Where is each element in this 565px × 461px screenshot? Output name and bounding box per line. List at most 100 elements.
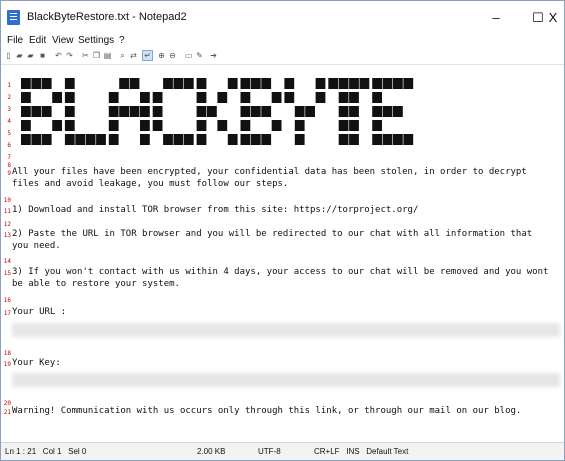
banner-block [152,106,163,117]
banner-block [271,120,282,131]
banner-block [250,78,261,89]
open-recent-icon[interactable]: ▰ [26,51,35,60]
banner-block [372,134,382,145]
line-number: 19 [3,361,11,368]
your-key-label: Your Key: [12,358,61,368]
close-button[interactable]: X [542,5,564,31]
banner-block [284,78,295,89]
banner-block [240,106,251,117]
line-number: 21 [3,409,11,416]
banner-block [108,106,119,117]
banner-block [382,134,393,145]
banner-block [338,106,349,117]
line-number-gutter: 1 2 3 4 5 6 7 8 9 10 11 12 13 14 15 16 1… [1,65,11,441]
banner-block [393,134,403,145]
line-number: 11 [3,208,11,215]
banner-block [393,78,403,89]
banner-block [64,106,75,117]
word-wrap-icon[interactable]: ↵ [142,50,153,61]
redacted-url [12,323,560,337]
banner-block [227,134,238,145]
banner-block [140,106,150,117]
banner-block [129,78,140,89]
notepad2-window: BlackByteRestore.txt - Notepad2 – ☐ X Fi… [0,0,565,461]
banner-block [140,120,150,131]
line-number: 18 [3,350,11,357]
line-number: 9 [7,170,11,177]
banner-block [349,92,359,103]
cut-icon[interactable]: ✂ [81,51,90,60]
menu-help[interactable]: ? [119,35,125,46]
banner-block [140,134,150,145]
banner-block [75,134,86,145]
copy-icon[interactable]: ❐ [92,51,101,60]
redo-icon[interactable]: ↷ [65,51,74,60]
text-editor[interactable]: 1 2 3 4 5 6 7 8 9 10 11 12 13 14 15 16 1… [1,65,564,441]
line-number: 3 [7,106,11,113]
save-icon[interactable]: ■ [38,51,47,60]
banner-block [31,106,42,117]
menu-view[interactable]: View [52,35,74,46]
banner-block [372,120,382,131]
banner-block [108,120,119,131]
banner-block [207,106,217,117]
banner-block [85,134,96,145]
title-bar[interactable]: BlackByteRestore.txt - Notepad2 – ☐ X [1,1,564,34]
banner-block [129,106,140,117]
banner-block [163,134,173,145]
undo-icon[interactable]: ↶ [54,51,63,60]
banner-block [21,134,31,145]
banner-block [21,78,31,89]
menu-file[interactable]: File [7,35,23,46]
banner-block [196,106,207,117]
banner-block [240,92,251,103]
banner-block [284,92,295,103]
menu-settings[interactable]: Settings [78,35,114,46]
find-icon[interactable]: ⌕ [118,51,127,60]
ransom-note-line-11: 1) Download and install TOR browser from… [12,205,419,215]
open-folder-icon[interactable]: ▰ [15,51,24,60]
banner-block [196,120,207,131]
zoom-in-icon[interactable]: ⊕ [157,51,166,60]
banner-block [261,106,272,117]
paste-icon[interactable]: ▤ [103,51,112,60]
banner-block [217,92,228,103]
banner-block [196,92,207,103]
banner-block [196,78,207,89]
banner-block [403,78,414,89]
line-number: 10 [3,197,11,204]
banner-block [338,78,349,89]
banner-block [183,134,194,145]
status-encoding: UTF-8 [258,447,281,456]
menu-bar: File Edit View Settings ? [1,34,564,48]
banner-block [41,134,52,145]
new-file-icon[interactable]: ▯ [4,51,13,60]
ransom-note-line-15: 3) If you won't contact with us within 4… [12,267,549,277]
line-number: 15 [3,270,11,277]
banner-block [64,78,75,89]
exit-icon[interactable]: ➔ [209,51,218,60]
banner-block [173,134,184,145]
banner-block [140,92,150,103]
banner-block [305,106,315,117]
line-number: 4 [7,118,11,125]
minimize-button[interactable]: – [474,5,518,31]
zoom-out-icon[interactable]: ⊖ [168,51,177,60]
menu-edit[interactable]: Edit [29,35,46,46]
banner-block [382,78,393,89]
customize-icon[interactable]: ✎ [195,51,204,60]
notepad-app-icon [7,10,20,25]
banner-block [261,134,272,145]
banner-block [349,120,359,131]
banner-block [163,78,173,89]
banner-block [21,92,31,103]
banner-block [403,134,414,145]
banner-block [52,92,62,103]
line-number: 13 [3,232,11,239]
banner-block [338,120,349,131]
replace-icon[interactable]: ⇄ [129,51,138,60]
banner-block [261,78,272,89]
banner-block [196,134,207,145]
scheme-icon[interactable]: ▭ [184,51,193,60]
banner-block [349,106,359,117]
